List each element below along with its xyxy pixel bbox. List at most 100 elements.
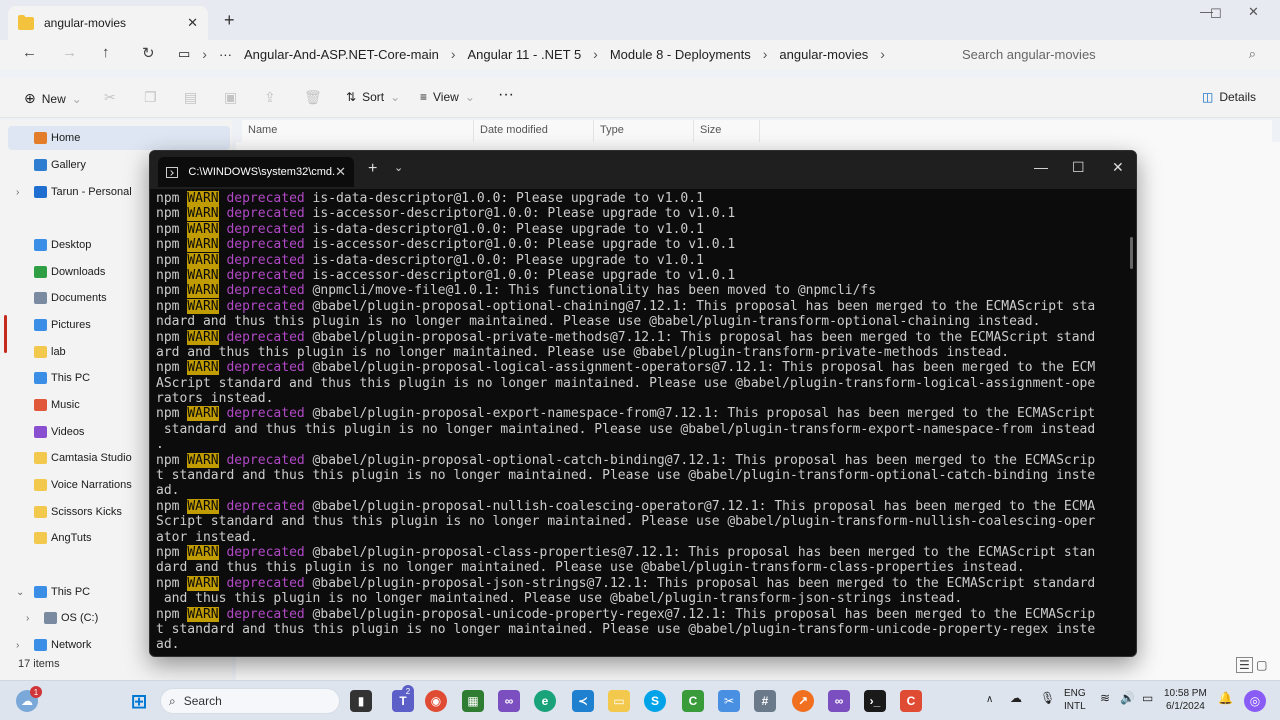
terminal-line: npm WARN deprecated @babel/plugin-propos…	[156, 329, 1120, 345]
terminal-scrollbar[interactable]	[1130, 237, 1133, 269]
maximize-button[interactable]: ☐	[1210, 6, 1222, 22]
terminal-message: is-accessor-descriptor@1.0.0: Please upg…	[304, 267, 736, 283]
volume-icon[interactable]: 🔊	[1120, 692, 1135, 705]
terminal-line: npm WARN deprecated @babel/plugin-propos…	[156, 452, 1120, 468]
rename-icon[interactable]: ▣	[224, 89, 237, 106]
breadcrumb-item[interactable]: angular-movies	[779, 47, 868, 62]
language-indicator[interactable]: ENG INTL	[1064, 687, 1086, 713]
wifi-icon[interactable]: ≋	[1100, 692, 1110, 705]
more-crumbs-button[interactable]: ···	[219, 47, 232, 62]
file-explorer-icon[interactable]: ▭	[608, 690, 630, 712]
sidebar-item[interactable]: Camtasia Studio	[20, 452, 132, 464]
sidebar-item-label: Desktop	[51, 239, 92, 251]
breadcrumb-item[interactable]: Module 8 - Deployments	[610, 47, 751, 62]
taskbar-search[interactable]: ⌕ Search	[160, 688, 340, 714]
calculator-icon[interactable]: #	[754, 690, 776, 712]
chevron-right-icon: ›	[202, 46, 207, 62]
tiles-view-icon[interactable]: ▢	[1256, 658, 1267, 672]
close-window-button[interactable]: ✕	[1248, 4, 1259, 20]
chevron-right-icon[interactable]: ›	[26, 613, 29, 624]
forward-button[interactable]: →	[62, 44, 77, 61]
back-button[interactable]: ←	[22, 44, 37, 61]
terminal-taskbar-icon[interactable]: ›_	[864, 690, 886, 712]
sidebar-item[interactable]: ⌄ This PC	[16, 586, 90, 598]
terminal-tab[interactable]: C:\WINDOWS\system32\cmd. ✕	[158, 157, 354, 187]
new-tab-button[interactable]: +	[224, 10, 235, 31]
battery-icon[interactable]: ▭	[1142, 692, 1153, 705]
maximize-button[interactable]: ☐	[1072, 159, 1085, 176]
chevron-right-icon[interactable]: ›	[16, 640, 19, 651]
up-button[interactable]: ↑	[102, 44, 110, 61]
minimize-button[interactable]: —	[1034, 159, 1048, 175]
app-icon[interactable]: ▦	[462, 690, 484, 712]
column-size[interactable]: Size	[694, 120, 760, 142]
terminal-output[interactable]: npm WARN deprecated is-data-descriptor@1…	[156, 191, 1120, 653]
notifications-bell-icon[interactable]: 🔔	[1218, 692, 1233, 705]
sidebar-item[interactable]: Voice Narrations	[20, 479, 132, 491]
sidebar-item[interactable]: › Tarun - Personal	[16, 186, 132, 198]
postman-icon[interactable]: ↗	[792, 690, 814, 712]
copy-icon[interactable]: ❐	[144, 89, 157, 106]
sidebar-item[interactable]: lab	[20, 346, 66, 358]
chevron-down-icon[interactable]: ⌄	[16, 587, 24, 598]
sidebar-item[interactable]: Scissors Kicks	[20, 506, 122, 518]
chevron-down-icon[interactable]: ⌄	[394, 161, 403, 174]
close-tab-icon[interactable]: ✕	[335, 164, 346, 180]
sidebar-item[interactable]: › OS (C:)	[26, 612, 98, 624]
tab-angular-movies[interactable]: angular-movies ✕	[8, 6, 208, 40]
delete-icon[interactable]: 🗑	[304, 89, 322, 106]
vscode-icon[interactable]: ≺	[572, 690, 594, 712]
refresh-button[interactable]: ↻	[142, 44, 155, 62]
sidebar-item[interactable]: Downloads	[20, 266, 105, 278]
visual-studio-2-icon[interactable]: ∞	[828, 690, 850, 712]
edge-icon[interactable]: e	[534, 690, 556, 712]
search-input[interactable]: Search angular-movies ⌕	[950, 40, 1268, 68]
close-window-button[interactable]: ✕	[1112, 159, 1124, 176]
details-view-icon[interactable]: ☰	[1236, 657, 1253, 673]
sort-button[interactable]: ⇅ Sort ⌄	[346, 90, 400, 104]
onedrive-icon[interactable]: ☁	[1010, 692, 1022, 705]
paste-icon[interactable]: ▤	[184, 89, 197, 106]
skype-icon[interactable]: S	[644, 690, 666, 712]
sidebar-item[interactable]: This PC	[20, 372, 90, 384]
sidebar-item[interactable]: Music	[20, 399, 80, 411]
clock[interactable]: 10:58 PM 6/1/2024	[1164, 687, 1207, 713]
more-options-icon[interactable]: ···	[498, 86, 514, 104]
sidebar-item-label: Voice Narrations	[51, 479, 132, 491]
deprecated-label: deprecated	[226, 360, 305, 376]
sidebar-item[interactable]: AngTuts	[20, 532, 92, 544]
task-view-icon[interactable]: ▮	[350, 690, 372, 712]
camtasia-recorder-icon[interactable]: C	[900, 690, 922, 712]
sidebar-item[interactable]: Desktop	[20, 239, 91, 251]
microphone-icon[interactable]: 🎙	[1040, 692, 1055, 705]
copilot-icon[interactable]: ◎	[1244, 690, 1266, 712]
terminal-tab-title: C:\WINDOWS\system32\cmd.	[188, 166, 336, 178]
column-name[interactable]: Name	[242, 120, 474, 142]
new-terminal-tab-button[interactable]: +	[368, 160, 377, 178]
visual-studio-icon[interactable]: ∞	[498, 690, 520, 712]
npm-prefix: npm	[156, 452, 180, 468]
view-button[interactable]: ≡ View ⌄	[420, 90, 475, 104]
monitor-icon[interactable]: ▭	[178, 46, 190, 62]
new-button[interactable]: ⊕ New ⌄	[24, 90, 82, 107]
camtasia-icon[interactable]: C	[682, 690, 704, 712]
breadcrumb-item[interactable]: Angular 11 - .NET 5	[467, 47, 581, 62]
start-windows-icon[interactable]: ⊞	[128, 690, 150, 713]
chevron-right-icon[interactable]: ›	[16, 187, 19, 198]
tray-overflow-icon[interactable]: ∧	[986, 693, 993, 706]
column-type[interactable]: Type	[594, 120, 694, 142]
sidebar-item[interactable]: Home	[20, 132, 80, 144]
chrome-icon[interactable]: ◉	[425, 690, 447, 712]
share-icon[interactable]: ⇪	[264, 89, 276, 106]
cut-icon[interactable]: ✂	[104, 89, 116, 106]
breadcrumb-item[interactable]: Angular-And-ASP.NET-Core-main	[244, 47, 439, 62]
close-tab-icon[interactable]: ✕	[187, 15, 198, 31]
sidebar-item[interactable]: › Network	[16, 639, 91, 651]
sidebar-item[interactable]: Documents	[20, 292, 107, 304]
snipping-icon[interactable]: ✂	[718, 690, 740, 712]
details-button[interactable]: ◫ Details	[1202, 90, 1256, 104]
column-date-modified[interactable]: Date modified	[474, 120, 594, 142]
sidebar-item[interactable]: Videos	[20, 426, 84, 438]
sidebar-item[interactable]: Pictures	[20, 319, 91, 331]
sidebar-item[interactable]: Gallery	[20, 159, 86, 171]
